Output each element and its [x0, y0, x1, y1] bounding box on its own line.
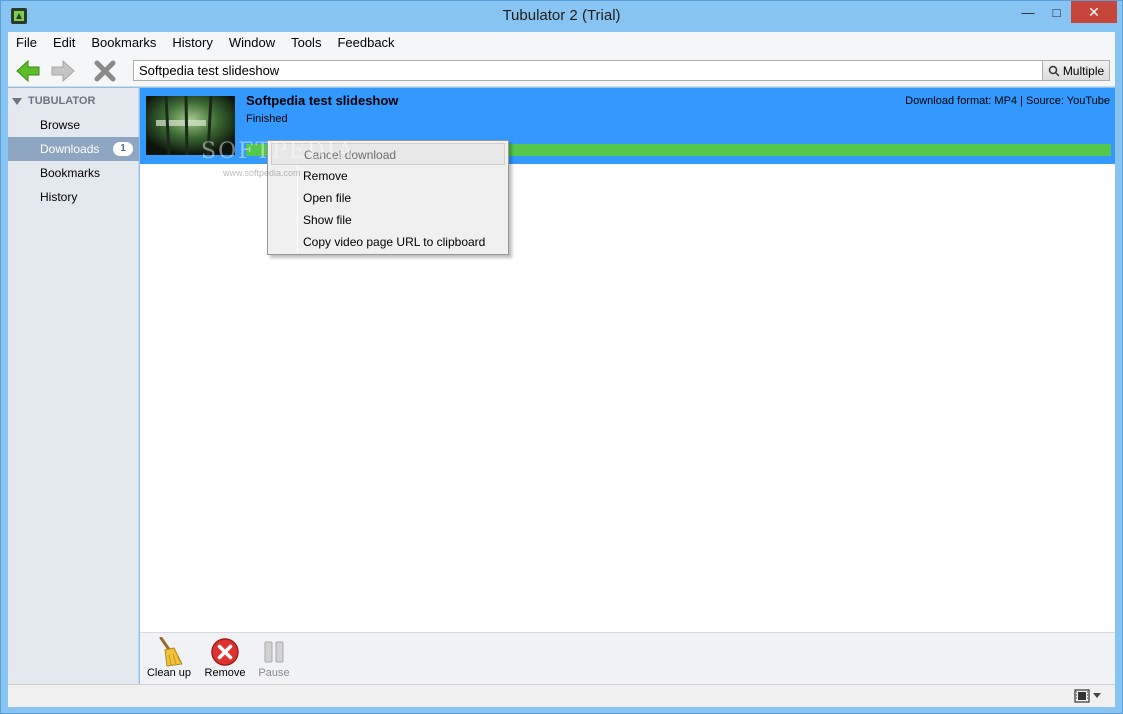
maximize-button[interactable]: □ — [1042, 1, 1071, 23]
close-button[interactable]: ✕ — [1071, 1, 1117, 23]
stop-button[interactable] — [91, 58, 119, 84]
status-bar — [8, 684, 1115, 707]
sidebar-item-label: Bookmarks — [40, 166, 101, 180]
sidebar-item-label: History — [40, 190, 78, 204]
remove-x-circle-icon — [209, 637, 241, 667]
sidebar-item-label: Browse — [40, 118, 81, 132]
menu-item-open-file[interactable]: Open file — [271, 187, 505, 209]
menu-window[interactable]: Window — [221, 32, 283, 54]
sidebar-item-browse[interactable]: Browse — [8, 113, 139, 137]
app-window: Tubulator 2 (Trial) — □ ✕ File Edit Book… — [0, 0, 1123, 714]
video-thumbnail — [146, 96, 235, 155]
broom-icon — [153, 637, 185, 667]
menu-feedback[interactable]: Feedback — [329, 32, 402, 54]
remove-label: Remove — [204, 667, 246, 679]
menu-edit[interactable]: Edit — [45, 32, 83, 54]
close-icon: ✕ — [1088, 3, 1100, 20]
pause-icon — [258, 637, 290, 667]
chevron-down-icon — [1093, 693, 1101, 698]
minimize-icon: — — [1021, 4, 1035, 20]
stop-icon — [94, 60, 116, 82]
forward-button[interactable] — [49, 58, 77, 84]
menu-item-cancel-download: Cancel download — [271, 143, 505, 165]
cleanup-button[interactable]: Clean up — [146, 637, 192, 683]
remove-button[interactable]: Remove — [202, 637, 248, 683]
title-bar[interactable]: Tubulator 2 (Trial) — □ ✕ — [1, 1, 1122, 32]
menu-item-copy-url[interactable]: Copy video page URL to clipboard — [271, 231, 505, 253]
sidebar-item-label: Downloads — [40, 142, 100, 156]
back-button[interactable] — [14, 58, 42, 84]
download-info: Download format: MP4 | Source: YouTube — [905, 95, 1110, 107]
pause-label: Pause — [258, 667, 290, 679]
sidebar-header[interactable]: TUBULATOR — [8, 93, 139, 109]
url-input[interactable] — [133, 60, 1043, 81]
menu-item-remove[interactable]: Remove — [271, 165, 505, 187]
bottom-toolbar: Clean up Remove Pause — [140, 632, 1115, 684]
minimize-button[interactable]: — — [1014, 1, 1042, 23]
menu-tools[interactable]: Tools — [283, 32, 329, 54]
menu-bookmarks[interactable]: Bookmarks — [83, 32, 164, 54]
sidebar: TUBULATOR Browse Downloads 1 Bookmarks H… — [8, 88, 139, 684]
menu-file[interactable]: File — [8, 32, 45, 54]
film-icon — [1074, 689, 1090, 703]
maximize-icon: □ — [1052, 4, 1061, 20]
multiple-label: Multiple — [1062, 63, 1105, 78]
sidebar-item-bookmarks[interactable]: Bookmarks — [8, 161, 139, 185]
multiple-button[interactable]: Multiple — [1042, 60, 1110, 81]
downloads-count-badge: 1 — [113, 142, 133, 156]
pause-button[interactable]: Pause — [254, 637, 294, 683]
menu-history[interactable]: History — [164, 32, 220, 54]
forward-arrow-icon — [51, 59, 75, 83]
sidebar-item-history[interactable]: History — [8, 185, 139, 209]
collapse-triangle-icon — [12, 97, 22, 105]
cleanup-label: Clean up — [146, 667, 192, 679]
sidebar-header-label: TUBULATOR — [28, 95, 96, 107]
context-menu: Cancel download Remove Open file Show fi… — [267, 140, 509, 255]
back-arrow-icon — [16, 59, 40, 83]
toolbar: Multiple — [8, 54, 1115, 87]
search-icon — [1048, 65, 1060, 77]
window-title: Tubulator 2 (Trial) — [502, 7, 621, 24]
menu-item-show-file[interactable]: Show file — [271, 209, 505, 231]
menu-bar: File Edit Bookmarks History Window Tools… — [8, 32, 1115, 54]
format-selector[interactable] — [1074, 689, 1101, 703]
sidebar-item-downloads[interactable]: Downloads 1 — [8, 137, 139, 161]
download-title: Softpedia test slideshow — [246, 93, 399, 108]
download-status: Finished — [246, 113, 288, 125]
